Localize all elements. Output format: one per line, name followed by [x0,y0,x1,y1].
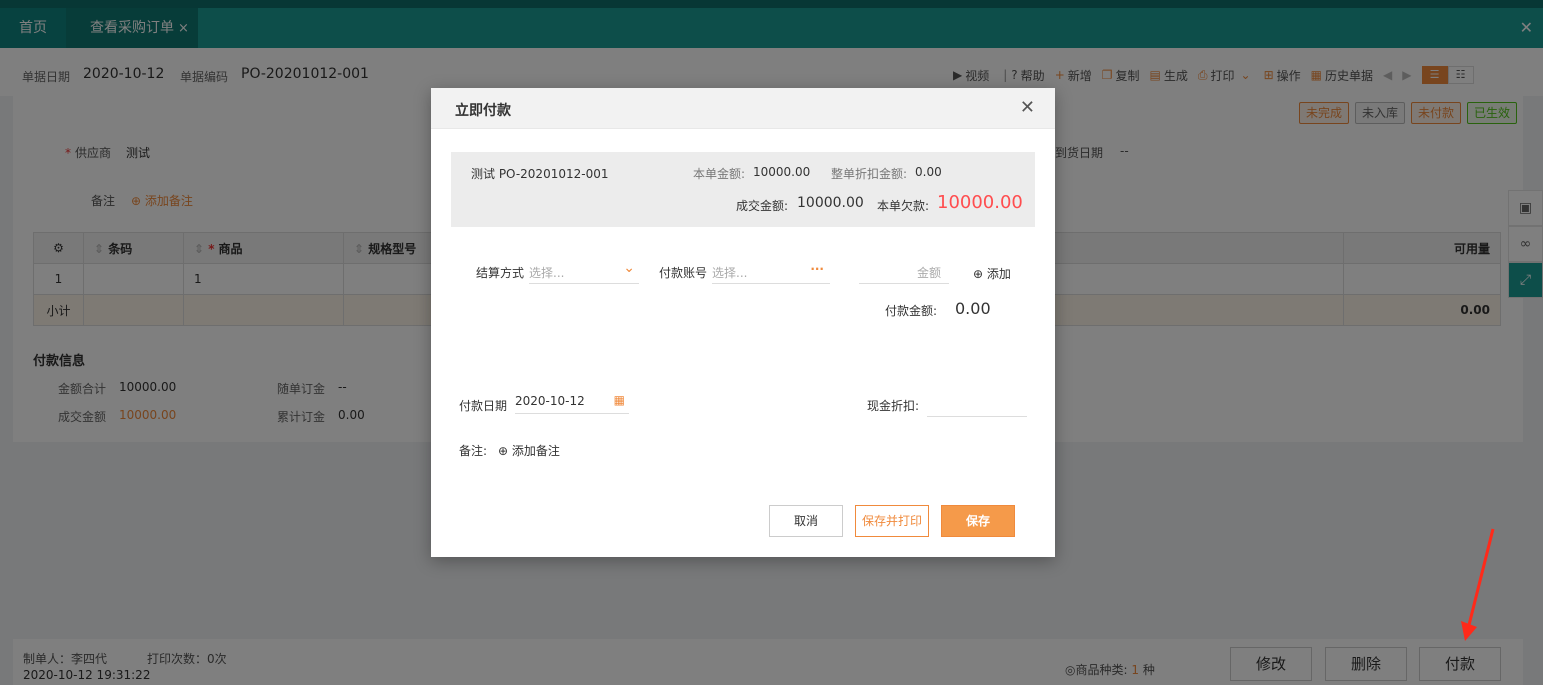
annotation-arrow-icon [1461,528,1495,641]
remark-label: 备注: [459,444,488,458]
cash-discount-input[interactable] [927,393,1027,417]
chevron-down-icon: ⌄ [623,260,635,276]
amount-input[interactable]: 金额 [859,260,949,284]
add-payment-button[interactable]: ⊕ 添加 [973,265,1011,282]
owed-label: 本单欠款: [877,199,930,213]
settle-method-select[interactable]: 选择... ⌄ [529,260,639,284]
order-amount: 10000.00 [753,165,811,179]
discount-value: 0.00 [915,165,942,179]
owed-value: 10000.00 [937,192,1023,213]
account-label: 付款账号 [659,266,708,280]
deal-value: 10000.00 [797,195,864,211]
add-remark-link[interactable]: ⊕ 添加备注 [498,442,560,459]
order-amount-label: 本单金额: [693,167,746,181]
close-icon[interactable]: ✕ [1020,97,1035,118]
pay-amount-label: 付款金额: [885,304,938,318]
calendar-icon: ▦ [613,393,625,407]
pay-date-input[interactable]: 2020-10-12 ▦ [515,390,629,414]
pay-date-label: 付款日期 [459,399,508,413]
dialog-title: 立即付款 [455,103,511,119]
settle-method-label: 结算方式 [476,266,525,280]
payment-dialog: 立即付款 ✕ 测试 PO-20201012-001 本单金额: 10000.00… [431,88,1055,557]
account-select[interactable]: 选择... ··· [712,260,830,284]
cash-discount-label: 现金折扣: [867,399,920,413]
order-summary: 测试 PO-20201012-001 本单金额: 10000.00 整单折扣金额… [451,152,1035,227]
discount-label: 整单折扣金额: [831,167,908,181]
save-button[interactable]: 保存 [941,505,1015,537]
cancel-button[interactable]: 取消 [769,505,843,537]
pay-amount-value: 0.00 [955,299,991,318]
dialog-header: 立即付款 ✕ [431,88,1055,129]
order-ref: 测试 PO-20201012-001 [471,167,609,181]
more-icon: ··· [810,262,824,276]
deal-label: 成交金额: [736,199,789,213]
save-and-print-button[interactable]: 保存并打印 [855,505,929,537]
